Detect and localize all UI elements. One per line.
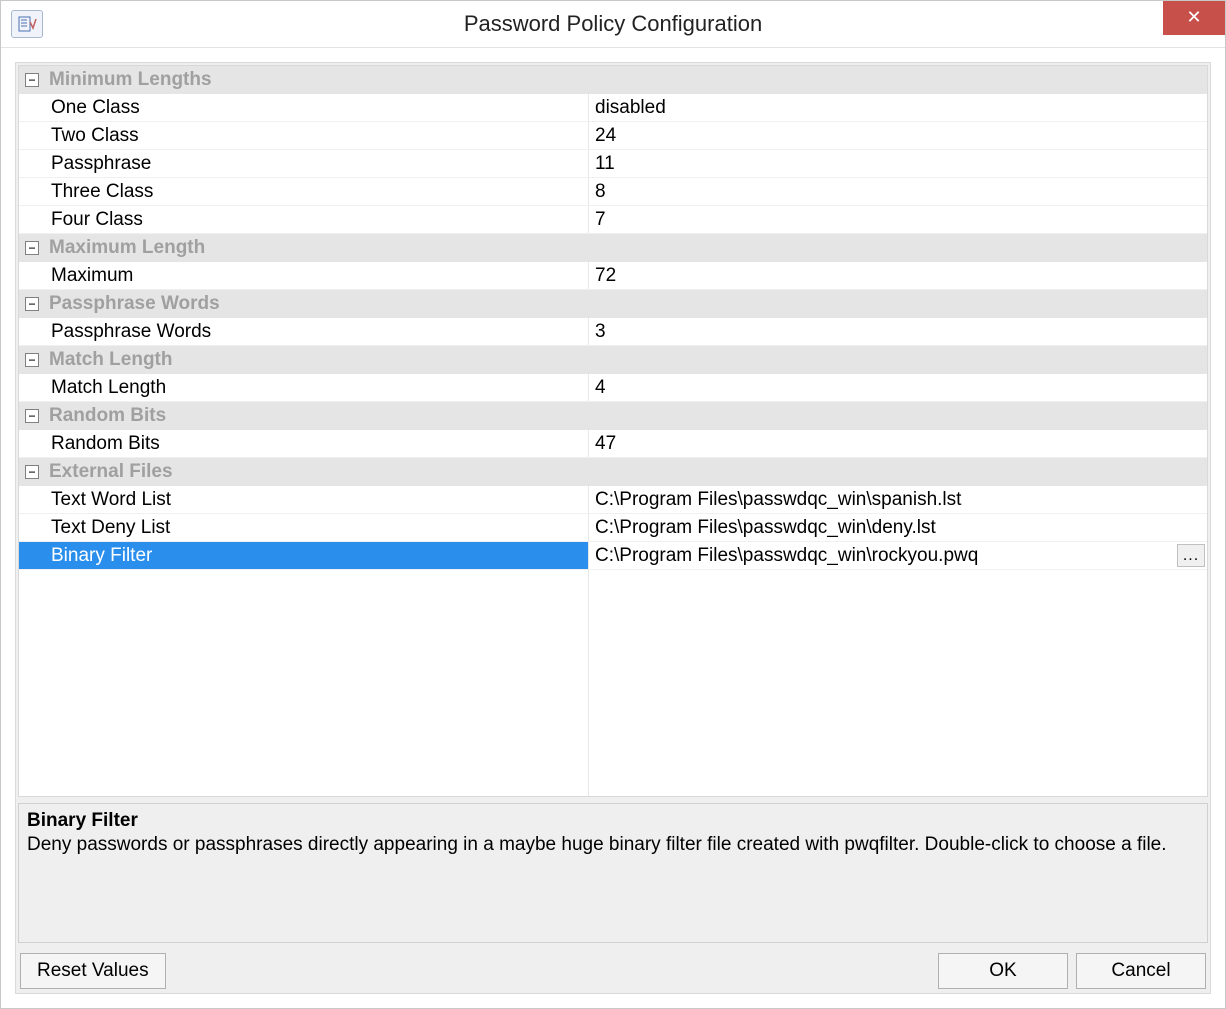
group-name: Minimum Lengths bbox=[49, 69, 212, 91]
property-value-text: C:\Program Files\passwdqc_win\spanish.ls… bbox=[595, 489, 961, 511]
property-label[interactable]: Random Bits bbox=[19, 430, 589, 457]
group-header[interactable]: −Match Length bbox=[19, 346, 1207, 374]
property-row[interactable]: Random Bits 47 bbox=[19, 430, 1207, 458]
property-label[interactable]: Binary Filter bbox=[19, 542, 589, 569]
property-label[interactable]: Two Class bbox=[19, 122, 589, 149]
column-divider bbox=[588, 570, 589, 796]
property-row[interactable]: Text Deny List C:\Program Files\passwdqc_… bbox=[19, 514, 1207, 542]
property-value[interactable]: 7 bbox=[589, 206, 1207, 233]
property-value-text: disabled bbox=[595, 97, 666, 119]
cancel-button[interactable]: Cancel bbox=[1076, 953, 1206, 989]
property-label[interactable]: Three Class bbox=[19, 178, 589, 205]
property-label[interactable]: Text Deny List bbox=[19, 514, 589, 541]
property-value-text: C:\Program Files\passwdqc_win\deny.lst bbox=[595, 517, 936, 539]
group-name: Match Length bbox=[49, 349, 173, 371]
ok-button[interactable]: OK bbox=[938, 953, 1068, 989]
description-panel: Binary Filter Deny passwords or passphra… bbox=[18, 803, 1208, 943]
collapse-icon[interactable]: − bbox=[25, 353, 39, 367]
property-row[interactable]: Text Word List C:\Program Files\passwdqc_… bbox=[19, 486, 1207, 514]
property-value[interactable]: 11 bbox=[589, 150, 1207, 177]
app-icon bbox=[11, 10, 43, 38]
property-row[interactable]: Binary Filter C:\Program Files\passwdqc_w… bbox=[19, 542, 1207, 570]
property-value-text: 11 bbox=[595, 153, 615, 175]
group-header[interactable]: −External Files bbox=[19, 458, 1207, 486]
property-grid[interactable]: −Minimum LengthsOne ClassdisabledTwo Cla… bbox=[18, 65, 1208, 797]
property-value[interactable]: disabled bbox=[589, 94, 1207, 121]
dialog-window: Password Policy Configuration ✕ −Minimum… bbox=[0, 0, 1226, 1009]
button-bar: Reset Values OK Cancel bbox=[18, 953, 1208, 991]
group-header[interactable]: −Random Bits bbox=[19, 402, 1207, 430]
collapse-icon[interactable]: − bbox=[25, 297, 39, 311]
property-value-text: 47 bbox=[595, 433, 616, 455]
property-row[interactable]: One Class disabled bbox=[19, 94, 1207, 122]
content-area: −Minimum LengthsOne ClassdisabledTwo Cla… bbox=[15, 62, 1211, 994]
property-label[interactable]: Passphrase Words bbox=[19, 318, 589, 345]
property-row[interactable]: Three Class 8 bbox=[19, 178, 1207, 206]
property-value[interactable]: 72 bbox=[589, 262, 1207, 289]
property-value[interactable]: 24 bbox=[589, 122, 1207, 149]
property-label[interactable]: Maximum bbox=[19, 262, 589, 289]
property-row[interactable]: Match Length 4 bbox=[19, 374, 1207, 402]
collapse-icon[interactable]: − bbox=[25, 73, 39, 87]
collapse-icon[interactable]: − bbox=[25, 409, 39, 423]
property-row[interactable]: Passphrase 11 bbox=[19, 150, 1207, 178]
group-header[interactable]: −Minimum Lengths bbox=[19, 66, 1207, 94]
property-row[interactable]: Four Class 7 bbox=[19, 206, 1207, 234]
description-title: Binary Filter bbox=[27, 810, 1199, 832]
group-header[interactable]: −Passphrase Words bbox=[19, 290, 1207, 318]
group-name: Random Bits bbox=[49, 405, 166, 427]
dialog-title: Password Policy Configuration bbox=[1, 11, 1225, 37]
property-value-text: 72 bbox=[595, 265, 616, 287]
property-value[interactable]: C:\Program Files\passwdqc_win\rockyou.pw… bbox=[589, 542, 1207, 569]
property-value[interactable]: C:\Program Files\passwdqc_win\deny.lst bbox=[589, 514, 1207, 541]
property-value-text: 3 bbox=[595, 321, 606, 343]
grid-blank-area bbox=[19, 570, 1207, 796]
property-value-text: C:\Program Files\passwdqc_win\rockyou.pw… bbox=[595, 545, 978, 567]
property-row[interactable]: Maximum 72 bbox=[19, 262, 1207, 290]
group-name: Passphrase Words bbox=[49, 293, 220, 315]
group-name: Maximum Length bbox=[49, 237, 205, 259]
property-label[interactable]: One Class bbox=[19, 94, 589, 121]
property-row[interactable]: Passphrase Words 3 bbox=[19, 318, 1207, 346]
property-value[interactable]: 4 bbox=[589, 374, 1207, 401]
property-value-text: 8 bbox=[595, 181, 606, 203]
property-value-text: 24 bbox=[595, 125, 616, 147]
property-value[interactable]: 8 bbox=[589, 178, 1207, 205]
property-label[interactable]: Four Class bbox=[19, 206, 589, 233]
collapse-icon[interactable]: − bbox=[25, 241, 39, 255]
property-value[interactable]: C:\Program Files\passwdqc_win\spanish.ls… bbox=[589, 486, 1207, 513]
property-value[interactable]: 3 bbox=[589, 318, 1207, 345]
property-value-text: 7 bbox=[595, 209, 606, 231]
collapse-icon[interactable]: − bbox=[25, 465, 39, 479]
close-icon: ✕ bbox=[1186, 7, 1201, 28]
property-row[interactable]: Two Class 24 bbox=[19, 122, 1207, 150]
titlebar: Password Policy Configuration ✕ bbox=[1, 1, 1225, 48]
property-value-text: 4 bbox=[595, 377, 606, 399]
property-value[interactable]: 47 bbox=[589, 430, 1207, 457]
group-name: External Files bbox=[49, 461, 173, 483]
reset-values-button[interactable]: Reset Values bbox=[20, 953, 166, 989]
property-label[interactable]: Passphrase bbox=[19, 150, 589, 177]
browse-button[interactable]: ... bbox=[1177, 544, 1205, 567]
description-text: Deny passwords or passphrases directly a… bbox=[27, 832, 1199, 858]
group-header[interactable]: −Maximum Length bbox=[19, 234, 1207, 262]
close-button[interactable]: ✕ bbox=[1163, 1, 1225, 35]
property-label[interactable]: Text Word List bbox=[19, 486, 589, 513]
property-label[interactable]: Match Length bbox=[19, 374, 589, 401]
